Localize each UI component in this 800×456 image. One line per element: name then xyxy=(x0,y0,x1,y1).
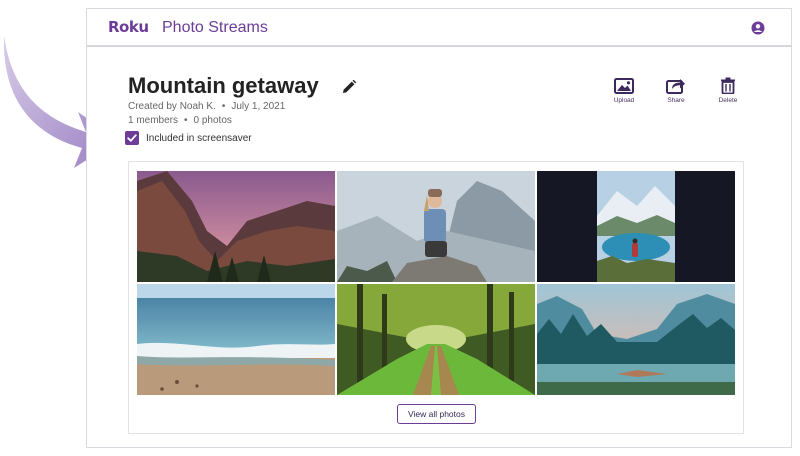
pencil-icon[interactable] xyxy=(341,79,357,95)
photos-count: 0 photos xyxy=(193,115,232,126)
share-icon xyxy=(666,79,685,94)
screensaver-label: Included in screensaver xyxy=(146,133,252,144)
delete-button[interactable]: Delete xyxy=(708,77,748,104)
image-upload-icon xyxy=(614,78,634,94)
members-count: 1 members xyxy=(128,115,179,126)
screensaver-checkbox[interactable] xyxy=(125,131,139,145)
share-button[interactable]: Share xyxy=(656,77,696,104)
gallery-photo-2[interactable] xyxy=(337,171,535,282)
app-header: Roku Photo Streams xyxy=(87,9,791,47)
gallery-photo-3[interactable] xyxy=(537,171,735,282)
gallery-photo-1[interactable] xyxy=(137,171,335,282)
album-title: Mountain getaway xyxy=(128,73,319,98)
photo-gallery: View all photos xyxy=(128,161,744,434)
gallery-photo-5[interactable] xyxy=(337,284,535,395)
roku-logo: Roku xyxy=(108,18,149,36)
view-all-photos-button[interactable]: View all photos xyxy=(397,404,476,424)
upload-label: Upload xyxy=(613,97,635,104)
created-by: Created by Noah K. xyxy=(128,101,216,112)
separator: • xyxy=(184,115,188,126)
app-title: Photo Streams xyxy=(162,19,268,36)
gallery-photo-6[interactable] xyxy=(537,284,735,395)
trash-icon xyxy=(721,77,735,94)
delete-label: Delete xyxy=(718,97,738,104)
checkmark-icon xyxy=(127,134,137,142)
user-circle-icon[interactable] xyxy=(751,21,765,35)
album-stats: 1 members • 0 photos xyxy=(128,115,232,126)
upload-button[interactable]: Upload xyxy=(604,77,644,104)
album-created-info: Created by Noah K. • July 1, 2021 xyxy=(128,101,285,112)
app-window: Roku Photo Streams Mountain getaway Crea… xyxy=(86,8,792,448)
share-label: Share xyxy=(667,97,685,104)
separator: • xyxy=(221,101,226,112)
gallery-photo-4[interactable] xyxy=(137,284,335,395)
created-date: July 1, 2021 xyxy=(231,101,286,112)
